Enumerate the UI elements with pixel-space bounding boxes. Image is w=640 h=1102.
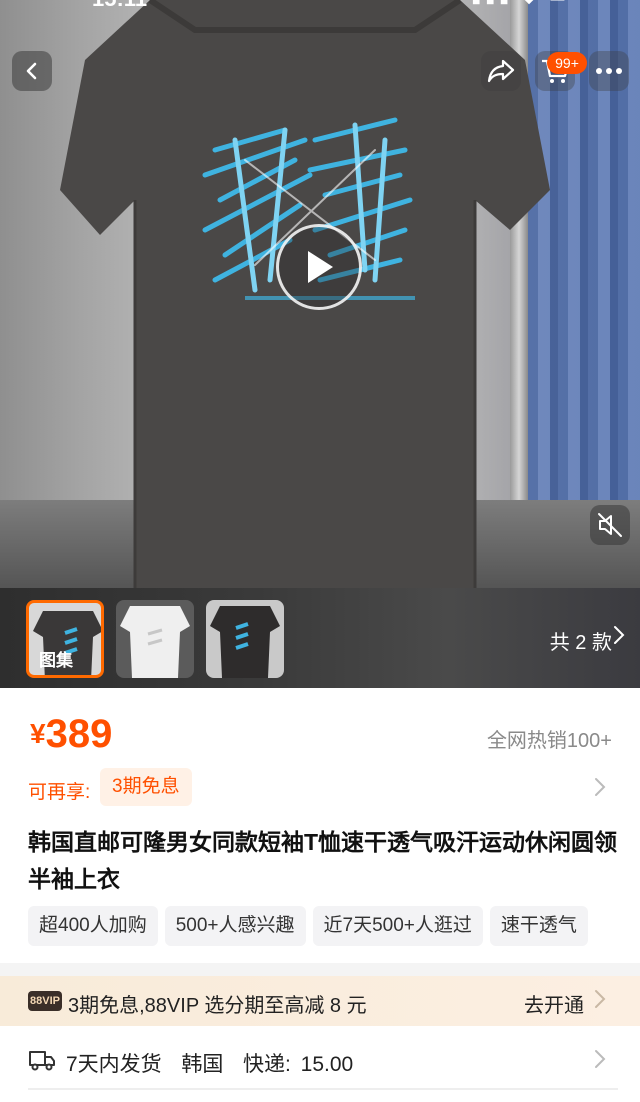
thumb-image bbox=[210, 606, 280, 678]
tag-item: 500+人感兴趣 bbox=[164, 906, 306, 946]
gallery-thumb-white[interactable] bbox=[116, 600, 194, 678]
product-title: 韩国直邮可隆男女同款短袖T恤速干透气吸汗运动休闲圆领半袖上衣 bbox=[28, 829, 618, 892]
status-time: 15:11 bbox=[92, 0, 147, 12]
tag-item: 超400人加购 bbox=[28, 906, 158, 946]
gallery-thumb-album[interactable]: 图集 bbox=[26, 600, 104, 678]
tag-list: 超400人加购 500+人感兴趣 近7天500+人逛过 速干透气 bbox=[28, 906, 640, 946]
sales-count: 全网热销100+ bbox=[486, 730, 612, 752]
gallery-strip: 图集 共 2 款 bbox=[0, 588, 640, 688]
promo-tag[interactable]: 3期免息 bbox=[100, 768, 192, 806]
divider bbox=[28, 1088, 618, 1090]
chevron-right-icon[interactable] bbox=[594, 777, 606, 797]
vip-text: 3期免息,88VIP 选分期至高减 8 元 bbox=[68, 995, 367, 1017]
tag-item: 速干透气 bbox=[489, 906, 588, 946]
promo-label: 可再享: bbox=[28, 782, 91, 803]
chevron-right-icon bbox=[595, 990, 606, 1008]
price: ¥389 bbox=[30, 712, 112, 757]
play-icon bbox=[308, 251, 333, 283]
truck-icon bbox=[29, 1051, 55, 1071]
more-button[interactable] bbox=[589, 51, 629, 91]
status-bar: 15:11 ▮▮▮ ◆ ▭ bbox=[0, 0, 640, 12]
more-dots-icon bbox=[596, 68, 622, 74]
tag-item: 近7天500+人逛过 bbox=[312, 906, 483, 946]
chevron-right-icon bbox=[614, 626, 625, 644]
thumb-image bbox=[120, 606, 190, 678]
vip-open-button[interactable]: 去开通 bbox=[524, 989, 584, 1018]
price-value: 389 bbox=[45, 712, 113, 756]
vip-logo: 88VIP bbox=[28, 991, 62, 1011]
cart-badge: 99+ bbox=[547, 52, 587, 74]
mute-button[interactable] bbox=[590, 505, 630, 545]
price-currency: ¥ bbox=[30, 718, 46, 749]
speaker-muted-icon bbox=[598, 513, 622, 537]
gallery-thumb-label: 图集 bbox=[39, 651, 73, 670]
back-button[interactable] bbox=[12, 51, 52, 91]
share-icon bbox=[487, 59, 515, 83]
shipping-row[interactable]: 7天内发货 韩国 快递: 15.00 bbox=[0, 1036, 640, 1086]
share-button[interactable] bbox=[481, 51, 521, 91]
shipping-text: 7天内发货 韩国 快递: 15.00 bbox=[66, 1053, 354, 1076]
product-info: ¥389 全网热销100+ 可再享: 3期免息 韩国直邮可隆男女同款短袖T恤速干… bbox=[0, 688, 640, 1102]
vip-installment-bar[interactable]: 88VIP 3期免息,88VIP 选分期至高减 8 元 去开通 bbox=[0, 976, 640, 1026]
gallery-thumb-black[interactable] bbox=[206, 600, 284, 678]
section-divider bbox=[0, 963, 640, 977]
chevron-right-icon bbox=[595, 1050, 606, 1068]
variant-count[interactable]: 共 2 款 bbox=[550, 626, 612, 655]
chevron-left-icon bbox=[26, 62, 37, 80]
status-icons: ▮▮▮ ◆ ▭ bbox=[471, 0, 570, 7]
product-media[interactable]: 15:11 ▮▮▮ ◆ ▭ 99+ bbox=[0, 0, 640, 588]
play-video-button[interactable] bbox=[276, 224, 362, 310]
